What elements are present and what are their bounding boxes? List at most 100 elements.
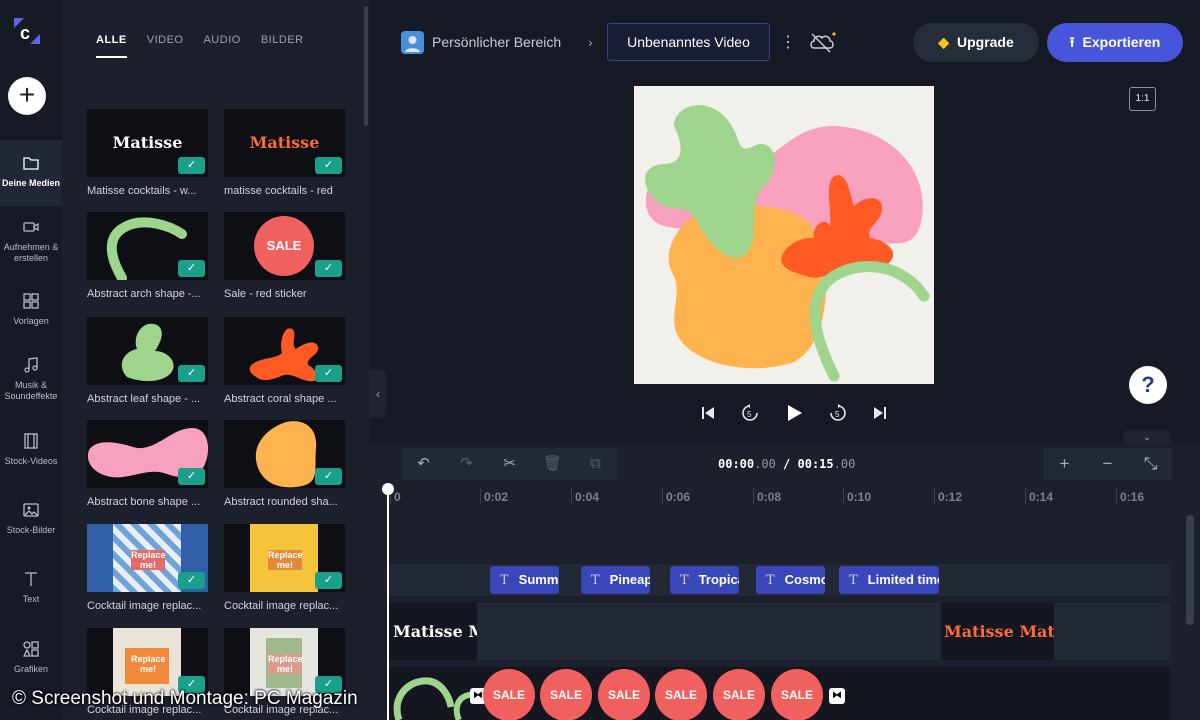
tab-video[interactable]: VIDEO: [147, 34, 184, 58]
media-thumbnail: SALE ✓: [224, 212, 345, 280]
image-icon: [23, 503, 39, 517]
media-card[interactable]: ✓ Abstract arch shape -...: [87, 212, 208, 300]
rail-item-stock-images[interactable]: Stock-Bilder: [0, 501, 62, 536]
watermark: © Screenshot und Montage: PC Magazin: [12, 688, 358, 709]
added-check-icon: ✓: [315, 572, 342, 589]
cloud-off-icon[interactable]: [808, 30, 838, 54]
media-card[interactable]: ✓ Abstract leaf shape - ...: [87, 317, 208, 405]
added-check-icon: ✓: [315, 468, 342, 485]
ruler-tick: 0:14: [1024, 488, 1054, 504]
text-type-icon: T: [766, 573, 775, 588]
media-thumbnail: ✓: [87, 420, 208, 488]
sale-sticker-clip[interactable]: SALE: [771, 669, 823, 720]
media-caption: Matisse cocktails - w...: [87, 185, 197, 197]
media-thumbnail: ✓: [224, 317, 345, 385]
zoom-in-icon[interactable]: +: [1043, 448, 1086, 480]
undo-icon[interactable]: ↶: [402, 448, 445, 480]
media-thumbnail: Replace me! ✓: [87, 628, 208, 696]
collapse-panel-chevron-icon[interactable]: ‹: [370, 370, 386, 418]
timeline-scrollbar[interactable]: [1186, 515, 1194, 625]
sale-sticker-clip[interactable]: SALE: [655, 669, 707, 720]
skip-to-end-icon[interactable]: [872, 405, 888, 421]
breadcrumb-separator-icon: ›: [588, 34, 593, 50]
upload-icon: ⭱: [1069, 34, 1075, 50]
diamond-icon: ◆: [938, 34, 949, 50]
tab-all[interactable]: ALLE: [96, 34, 127, 58]
forward-5s-icon[interactable]: 5: [828, 403, 848, 423]
rail-item-record-create[interactable]: Aufnehmen & erstellen: [0, 218, 62, 264]
rail-item-your-media[interactable]: Deine Medien: [0, 140, 62, 206]
sale-sticker-clip[interactable]: SALE: [713, 669, 765, 720]
tab-audio[interactable]: AUDIO: [203, 34, 240, 58]
media-card[interactable]: Replace me! ✓ Cocktail image replac...: [224, 524, 345, 612]
timeline-ruler[interactable]: 0 0:02 0:04 0:06 0:08 0:10 0:12 0:14 0:1…: [386, 486, 1176, 510]
added-check-icon: ✓: [178, 365, 205, 382]
arch-shape-clip[interactable]: [389, 667, 479, 720]
rail-item-stock-videos[interactable]: Stock-Videos: [0, 432, 62, 467]
skip-to-start-icon[interactable]: [700, 405, 716, 421]
transition-icon[interactable]: ⧓: [829, 688, 845, 704]
ruler-tick: 0:06: [661, 488, 691, 504]
text-clip[interactable]: T Limited time: [839, 566, 939, 594]
sale-sticker-clip[interactable]: SALE: [598, 669, 650, 720]
media-card[interactable]: Replace me! ✓ Cocktail image replac...: [87, 524, 208, 612]
clipchamp-logo-icon[interactable]: c: [10, 14, 44, 48]
media-card[interactable]: ✓ Abstract coral shape ...: [224, 317, 345, 405]
media-thumbnail: Matisse ✓: [224, 109, 345, 177]
added-check-icon: ✓: [178, 157, 205, 174]
split-scissors-icon[interactable]: ✂: [488, 448, 531, 480]
text-clip[interactable]: TSumme: [490, 566, 559, 594]
preview-canvas[interactable]: [634, 86, 934, 384]
zoom-out-icon[interactable]: −: [1086, 448, 1129, 480]
duplicate-icon[interactable]: ⧉: [574, 448, 617, 480]
delete-icon[interactable]: 🗑: [531, 448, 574, 480]
project-title-input[interactable]: Unbenanntes Video: [607, 23, 770, 61]
media-card[interactable]: Matisse ✓ matisse cocktails - red: [224, 109, 345, 197]
media-thumbnail: ✓: [87, 212, 208, 280]
text-clip[interactable]: T Pineap: [581, 566, 650, 594]
export-button[interactable]: ⭱ Exportieren: [1047, 23, 1183, 62]
media-thumbnail: Replace me! ✓: [224, 524, 345, 592]
logo-clip[interactable]: Matisse Matisse: [941, 603, 1054, 660]
more-options-icon[interactable]: ⋮: [780, 32, 796, 52]
fit-timeline-icon[interactable]: ⤡: [1129, 448, 1172, 480]
add-media-button[interactable]: +: [8, 77, 46, 115]
workspace-breadcrumb[interactable]: Persönlicher Bereich: [432, 34, 561, 50]
media-card[interactable]: SALE ✓ Sale - red sticker: [224, 212, 345, 300]
svg-text:c: c: [20, 23, 30, 43]
rail-item-text[interactable]: Text: [0, 570, 62, 605]
play-icon[interactable]: [784, 403, 804, 423]
playhead-handle[interactable]: [382, 483, 394, 495]
rail-item-label: Musik & Soundeffekte: [4, 380, 58, 401]
camera-icon: [23, 222, 39, 232]
help-button[interactable]: ?: [1129, 366, 1167, 404]
ruler-tick: 0:10: [842, 488, 872, 504]
upgrade-button[interactable]: ◆ Upgrade: [913, 23, 1039, 62]
media-caption: Abstract bone shape ...: [87, 496, 201, 508]
sale-sticker-clip[interactable]: SALE: [483, 669, 535, 720]
media-card[interactable]: ✓ Abstract rounded sha...: [224, 420, 345, 508]
rail-item-graphics[interactable]: Grafiken: [0, 640, 62, 675]
media-caption: Abstract arch shape -...: [87, 288, 201, 300]
rail-item-templates[interactable]: Vorlagen: [0, 292, 62, 327]
aspect-ratio-button[interactable]: 1:1: [1129, 87, 1156, 111]
collapse-timeline-icon[interactable]: ⌄: [1123, 430, 1171, 444]
rail-item-label: Deine Medien: [1, 178, 60, 188]
added-check-icon: ✓: [315, 260, 342, 277]
playhead[interactable]: [387, 486, 389, 720]
media-caption: Abstract coral shape ...: [224, 393, 337, 405]
text-type-icon: T: [500, 573, 509, 588]
sale-sticker-clip[interactable]: SALE: [540, 669, 592, 720]
media-thumbnail: Replace me! ✓: [224, 628, 345, 696]
text-clip[interactable]: TTropica: [670, 566, 739, 594]
rail-item-music[interactable]: Musik & Soundeffekte: [0, 356, 62, 402]
media-scrollbar[interactable]: [362, 0, 370, 720]
logo-clip[interactable]: Matisse Ma: [389, 603, 477, 660]
media-card[interactable]: Matisse ✓ Matisse cocktails - w...: [87, 109, 208, 197]
media-card[interactable]: ✓ Abstract bone shape ...: [87, 420, 208, 508]
text-clip[interactable]: T Cosmo: [756, 566, 825, 594]
tab-images[interactable]: BILDER: [261, 34, 304, 58]
rewind-5s-icon[interactable]: 5: [740, 403, 760, 423]
redo-icon[interactable]: ↷: [445, 448, 488, 480]
left-rail: c + Deine Medien Aufnehmen & erstellen V…: [0, 0, 62, 720]
